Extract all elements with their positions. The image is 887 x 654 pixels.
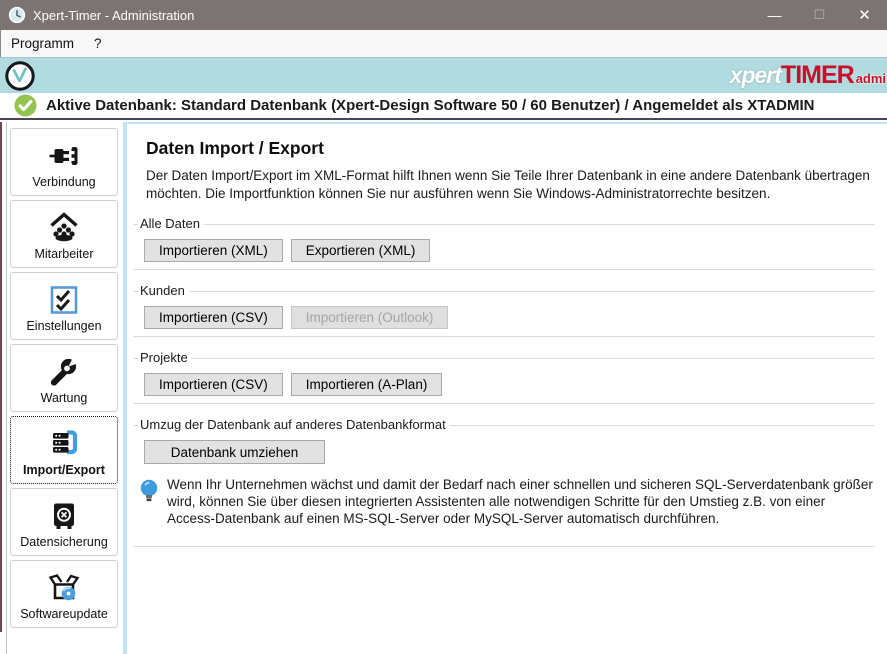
group-alle-daten: Alle Daten Importieren (XML) Exportieren…: [133, 224, 875, 270]
maximize-button[interactable]: ☐: [797, 0, 842, 30]
safe-icon: [47, 489, 81, 533]
brand-band: xpertTIMERadmin: [0, 57, 887, 93]
update-box-icon: [47, 561, 81, 605]
lightbulb-icon: [139, 478, 159, 510]
sidebar-item-import-export[interactable]: Import/Export: [10, 416, 118, 484]
brand-xpert: xpert: [730, 62, 781, 88]
projekte-importieren-aplan-button[interactable]: Importieren (A-Plan): [291, 373, 443, 396]
close-button[interactable]: ✕: [842, 0, 887, 30]
group-label: Kunden: [138, 283, 189, 298]
projekte-importieren-csv-button[interactable]: Importieren (CSV): [144, 373, 283, 396]
brand-logo: xpertTIMERadmin: [730, 61, 887, 90]
page-title: Daten Import / Export: [146, 138, 875, 159]
check-circle-icon: [14, 94, 37, 117]
menu-help[interactable]: ?: [84, 30, 112, 57]
sidebar-item-label: Import/Export: [23, 463, 105, 477]
sidebar-item-label: Datensicherung: [20, 535, 108, 549]
importieren-xml-button[interactable]: Importieren (XML): [144, 239, 283, 262]
kunden-importieren-csv-button[interactable]: Importieren (CSV): [144, 306, 283, 329]
wrench-icon: [47, 345, 81, 389]
active-database-status: Aktive Datenbank: Standard Datenbank (Xp…: [46, 97, 815, 114]
brand-timer: TIMER: [781, 61, 854, 89]
window-left-edge: [0, 122, 2, 632]
sidebar-item-label: Einstellungen: [26, 319, 101, 333]
statusbar: Aktive Datenbank: Standard Datenbank (Xp…: [0, 93, 887, 120]
group-projekte: Projekte Importieren (CSV) Importieren (…: [133, 358, 875, 404]
sidebar: Verbindung Mitarbeiter: [10, 128, 119, 632]
sidebar-left-rail: [6, 122, 7, 654]
sidebar-item-softwareupdate[interactable]: Softwareupdate: [10, 560, 118, 628]
minimize-button[interactable]: —: [752, 0, 797, 30]
exportieren-xml-button[interactable]: Exportieren (XML): [291, 239, 431, 262]
intro-text: Der Daten Import/Export im XML-Format hi…: [146, 167, 887, 203]
group-umzug-datenbank: Umzug der Datenbank auf anderes Datenban…: [133, 425, 875, 547]
group-kunden: Kunden Importieren (CSV) Importieren (Ou…: [133, 291, 875, 337]
window-controls: — ☐ ✕: [752, 0, 887, 30]
sidebar-item-label: Mitarbeiter: [34, 247, 93, 261]
sidebar-item-mitarbeiter[interactable]: Mitarbeiter: [10, 200, 118, 268]
plug-icon: [47, 129, 81, 173]
checklist-icon: [47, 273, 81, 317]
sidebar-item-verbindung[interactable]: Verbindung: [10, 128, 118, 196]
group-label: Projekte: [138, 350, 192, 365]
app-clock-icon: [8, 6, 26, 24]
brand-admin: admin: [856, 71, 887, 86]
brand-clock-icon: [4, 60, 36, 92]
sidebar-item-datensicherung[interactable]: Datensicherung: [10, 488, 118, 556]
titlebar: Xpert-Timer - Administration — ☐ ✕: [0, 0, 887, 30]
xpert-timer-admin-window: Xpert-Timer - Administration — ☐ ✕ Progr…: [0, 0, 887, 654]
group-label: Umzug der Datenbank auf anderes Datenban…: [138, 417, 450, 432]
sidebar-item-wartung[interactable]: Wartung: [10, 344, 118, 412]
datenbank-umziehen-button[interactable]: Datenbank umziehen: [144, 440, 325, 464]
window-title: Xpert-Timer - Administration: [33, 8, 194, 23]
hint-text: Wenn Ihr Unternehmen wächst und damit de…: [167, 476, 875, 527]
group-label: Alle Daten: [138, 216, 204, 231]
sidebar-item-label: Verbindung: [32, 175, 95, 189]
sidebar-item-label: Wartung: [41, 391, 88, 405]
sql-migration-hint: Wenn Ihr Unternehmen wächst und damit de…: [139, 476, 875, 533]
body-area: Verbindung Mitarbeiter: [0, 122, 887, 654]
kunden-importieren-outlook-button: Importieren (Outlook): [291, 306, 449, 329]
team-icon: [47, 201, 81, 245]
sidebar-item-label: Softwareupdate: [20, 607, 108, 621]
menubar: Programm ?: [0, 30, 887, 57]
sidebar-item-einstellungen[interactable]: Einstellungen: [10, 272, 118, 340]
menu-programm[interactable]: Programm: [1, 30, 84, 57]
content-panel: Daten Import / Export Der Daten Import/E…: [123, 122, 887, 654]
database-icon: [47, 417, 81, 461]
